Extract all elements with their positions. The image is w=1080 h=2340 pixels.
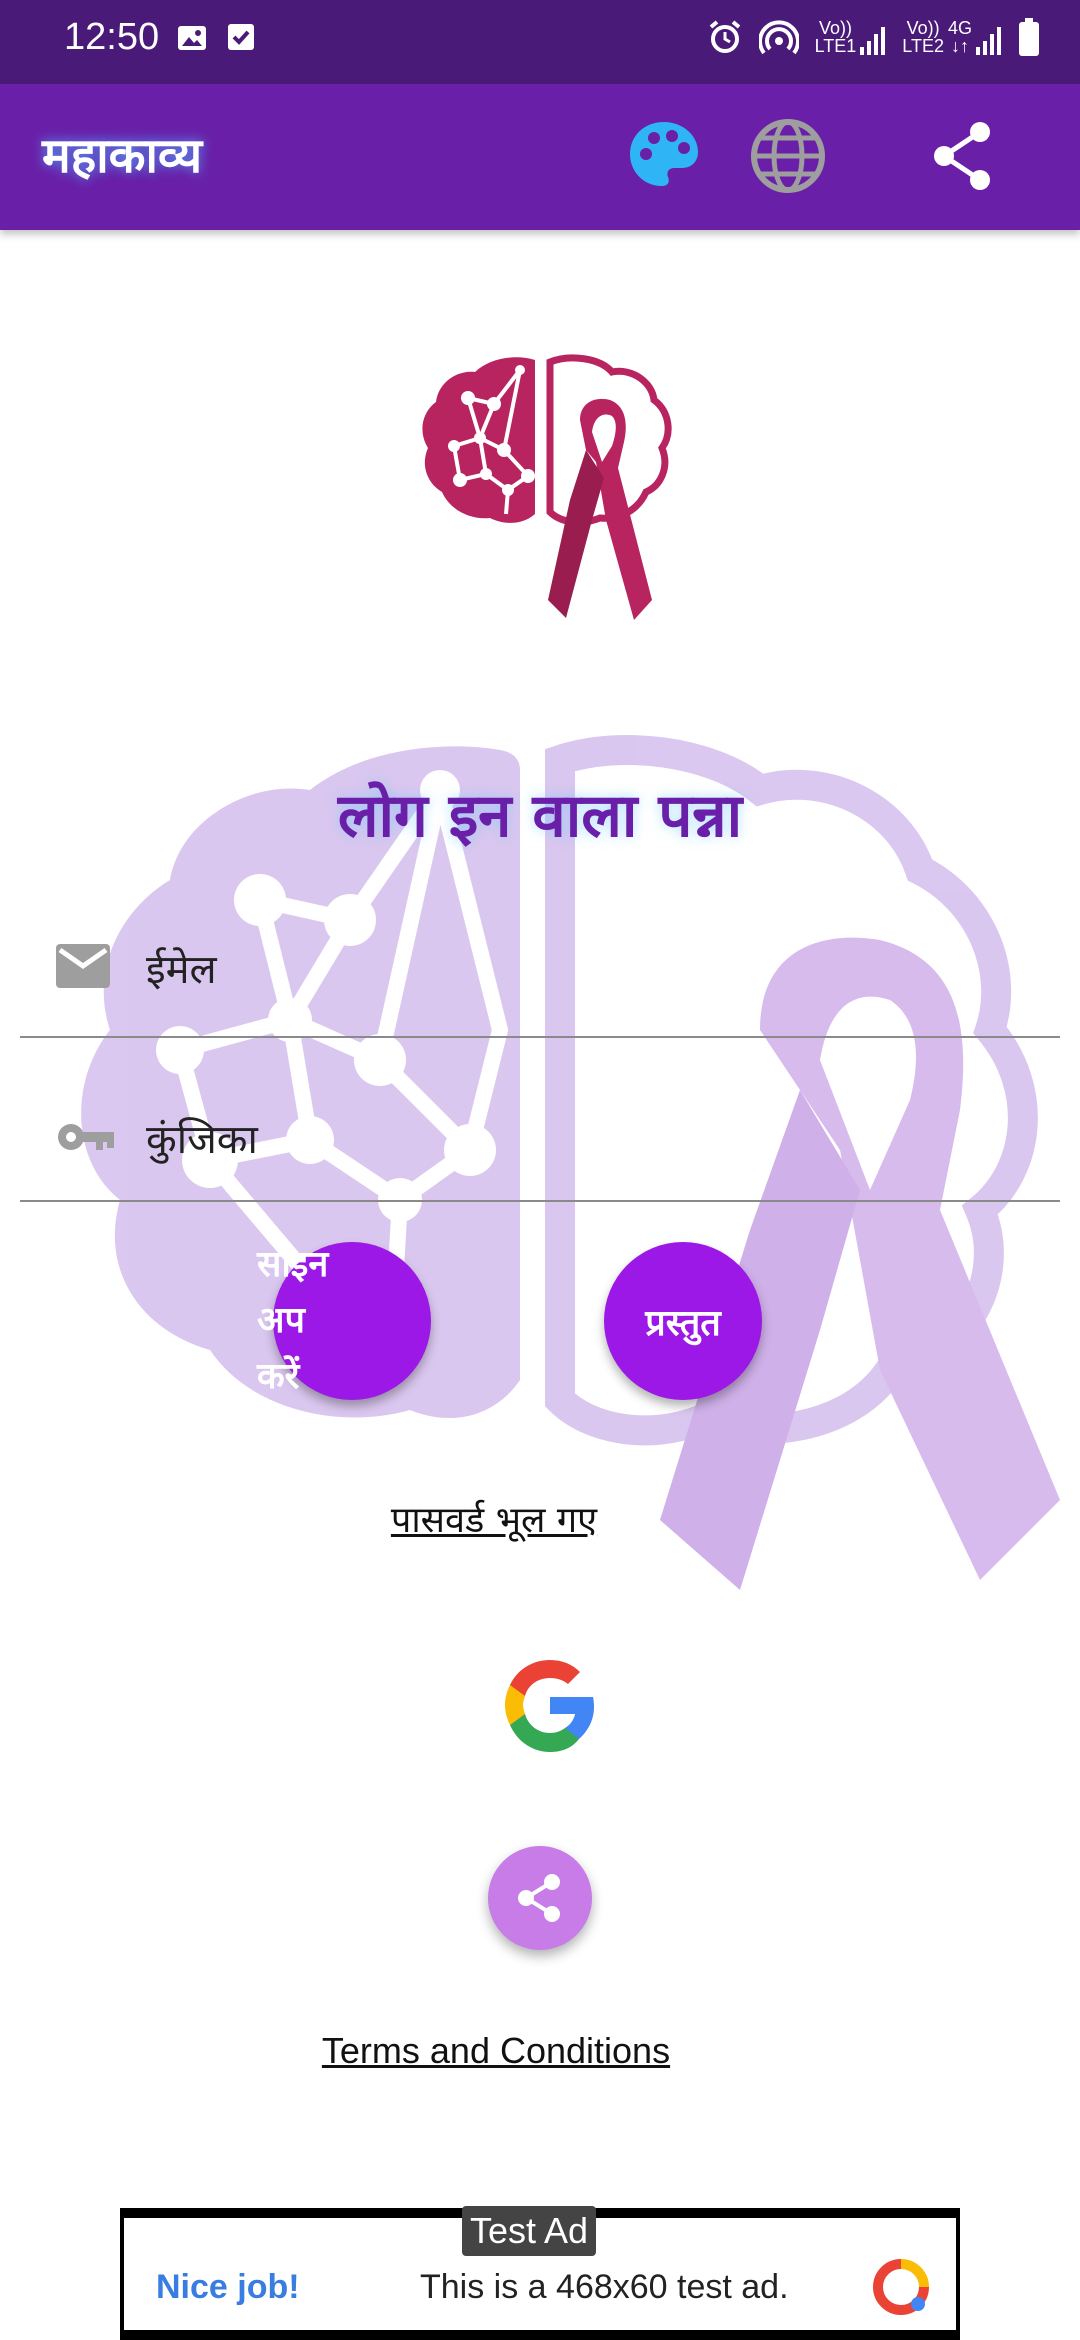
battery-icon xyxy=(1019,18,1039,56)
system-icons: Vo)) LTE1 Vo)) LTE2 4G ↓↑ xyxy=(707,18,1040,56)
alarm-icon xyxy=(709,20,740,53)
checkbox-notification-icon xyxy=(228,24,254,50)
app-title: महाकाव्य xyxy=(42,128,203,184)
submit-button[interactable]: प्रस्तुत xyxy=(604,1242,762,1400)
email-field[interactable]: ईमेल xyxy=(20,906,1060,1038)
ad-banner[interactable]: Nice job! This is a 468x60 test ad. Test… xyxy=(120,2206,960,2340)
share-icon[interactable] xyxy=(924,116,1004,196)
ad-text: This is a 468x60 test ad. xyxy=(420,2268,789,2306)
signup-label: साइन अप करें xyxy=(257,1244,329,1397)
status-bar: 12:50 Vo)) LTE1 Vo)) LTE2 4G ↓↑ xyxy=(0,0,1080,84)
signal-icon xyxy=(860,27,886,55)
password-label: कुंजिका xyxy=(146,1117,258,1163)
signal-icon xyxy=(976,27,1001,55)
key-icon xyxy=(58,1124,114,1150)
share-fab-button[interactable] xyxy=(488,1846,592,1950)
terms-link[interactable]: Terms and Conditions xyxy=(0,2030,1036,2072)
hotspot-icon xyxy=(758,20,799,55)
ad-logo-icon xyxy=(873,2259,929,2315)
sim1-indicator: Vo)) LTE1 xyxy=(815,19,887,55)
google-signin-icon[interactable] xyxy=(496,1652,604,1760)
app-bar: महाकाव्य xyxy=(0,84,1080,230)
notification-icons xyxy=(176,22,256,54)
signup-button[interactable]: साइन अप करें xyxy=(257,1242,431,1400)
share-icon xyxy=(518,1874,560,1922)
status-time: 12:50 xyxy=(64,16,160,58)
submit-label: प्रस्तुत xyxy=(645,1302,721,1344)
test-ad-badge: Test Ad xyxy=(462,2206,597,2256)
password-field[interactable]: कुंजिका xyxy=(20,1070,1060,1202)
image-notification-icon xyxy=(178,26,206,50)
globe-icon[interactable] xyxy=(748,116,828,196)
app-logo xyxy=(422,354,672,620)
email-label: ईमेल xyxy=(146,947,217,993)
email-icon xyxy=(56,944,110,988)
forgot-password-link[interactable]: पासवर्ड भूल गए xyxy=(0,1494,1034,1543)
palette-icon[interactable] xyxy=(624,116,704,196)
sim2-indicator: Vo)) LTE2 4G ↓↑ xyxy=(902,19,1002,55)
ad-headline: Nice job! xyxy=(156,2268,300,2306)
page-title: लोग इन वाला पन्ना xyxy=(337,781,743,851)
